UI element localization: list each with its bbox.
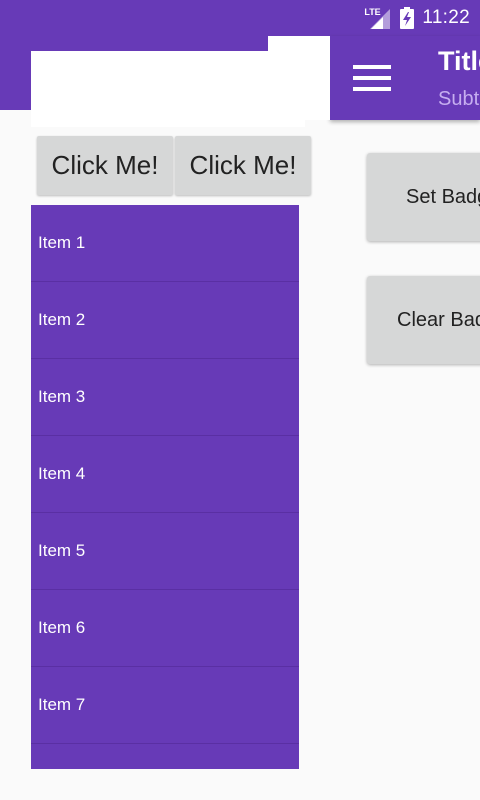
drawer-item-5[interactable]: Item 5	[31, 513, 299, 590]
clear-badge-label: Clear Badge	[397, 308, 480, 331]
status-icons: LTE 11:22	[364, 0, 470, 36]
app-toolbar: Title Subtitle	[330, 36, 480, 120]
set-badge-label: Set Badge	[406, 185, 480, 208]
drawer-item-2[interactable]: Item 2	[31, 282, 299, 359]
status-bar: LTE 11:22	[0, 0, 480, 36]
drawer-item-6[interactable]: Item 6	[31, 590, 299, 667]
app-screen: LTE 11:22 Title Subtitle Set	[0, 0, 480, 800]
drawer-header	[31, 51, 305, 127]
drawer-item-7[interactable]: Item 7	[31, 667, 299, 744]
navigation-drawer: Click Me! Click Me! Item 1 Item 2 Item 3…	[0, 36, 330, 800]
drawer-item-list[interactable]: Item 1 Item 2 Item 3 Item 4 Item 5 Item …	[31, 205, 299, 769]
status-clock: 11:22	[422, 7, 470, 28]
lte-signal-icon: LTE	[364, 7, 392, 29]
drawer-item-8[interactable]	[31, 744, 299, 769]
drawer-item-4[interactable]: Item 4	[31, 436, 299, 513]
drawer-item-1[interactable]: Item 1	[31, 205, 299, 282]
click-me-button-2[interactable]: Click Me!	[175, 136, 311, 195]
drawer-item-3[interactable]: Item 3	[31, 359, 299, 436]
click-me-button-1[interactable]: Click Me!	[37, 136, 173, 195]
battery-charging-icon	[400, 7, 415, 29]
set-badge-button[interactable]: Set Badge	[367, 153, 480, 241]
drawer-button-row: Click Me! Click Me!	[37, 136, 311, 195]
toolbar-subtitle: Subtitle	[438, 88, 480, 110]
hamburger-menu-icon[interactable]	[353, 65, 391, 91]
clear-badge-button[interactable]: Clear Badge	[367, 276, 480, 364]
toolbar-title: Title	[438, 46, 480, 76]
